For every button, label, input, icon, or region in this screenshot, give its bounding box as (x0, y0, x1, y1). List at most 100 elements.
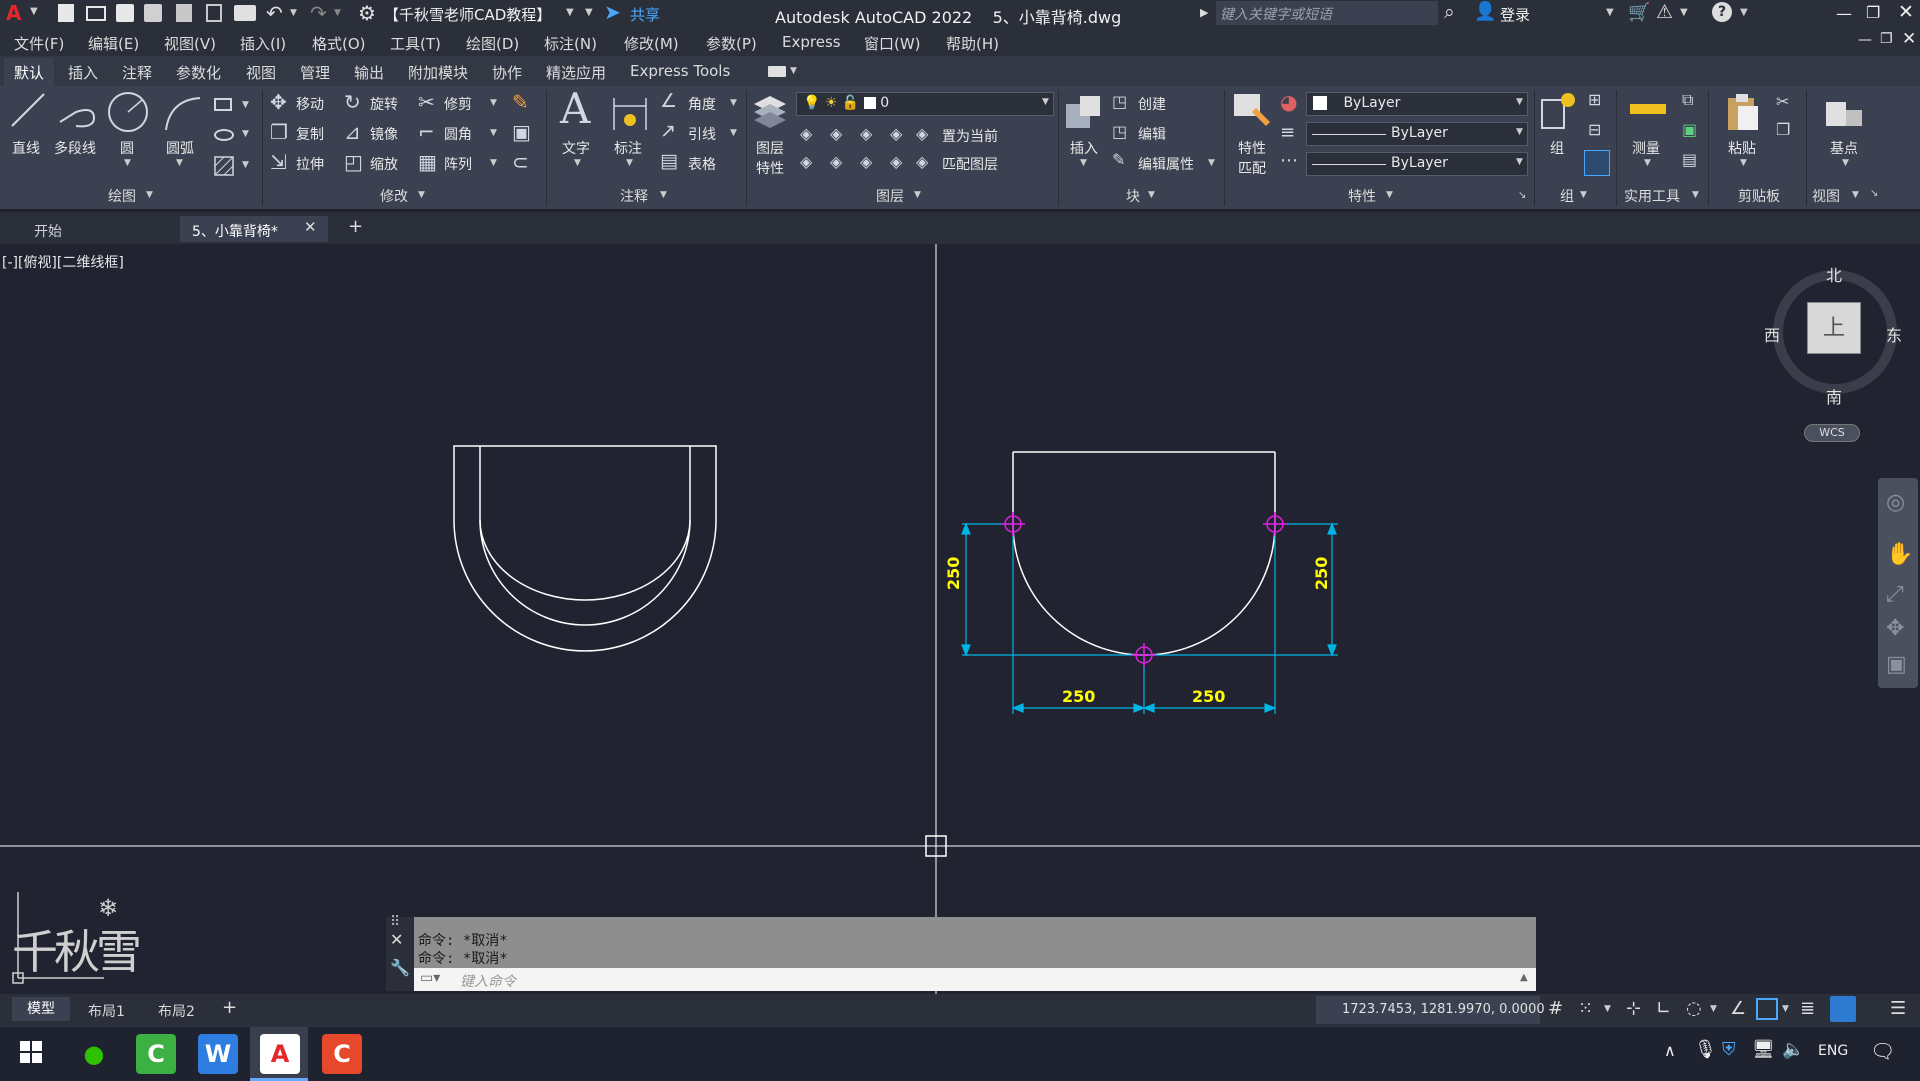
utilities-panel-dropdown-icon[interactable]: ▼ (1692, 190, 1699, 200)
osnap-dropdown-icon[interactable]: ▼ (1782, 1004, 1789, 1014)
menu-modify[interactable]: 修改(M) (624, 33, 679, 54)
rotate-icon[interactable]: ↻ (344, 92, 361, 112)
steering-wheel-icon[interactable]: ◎ (1886, 490, 1905, 515)
lineweight-icon[interactable]: ≡ (1280, 124, 1295, 142)
search-expand-icon[interactable]: ▶ (1200, 6, 1208, 19)
tab-manage[interactable]: 管理 (300, 62, 330, 83)
command-grip-dots-icon[interactable]: ⠿ (390, 914, 400, 930)
angular-dim-icon[interactable]: ∠ (660, 92, 677, 111)
snap-dropdown-icon[interactable]: ▼ (1604, 1004, 1611, 1014)
osnap-icon[interactable] (1756, 998, 1778, 1020)
block-panel-title[interactable]: 块 (1126, 186, 1140, 206)
layer-tool-7-icon[interactable]: ◈ (860, 154, 872, 170)
stretch-icon[interactable]: ⇲ (270, 152, 287, 172)
windows-start-icon[interactable] (20, 1041, 42, 1063)
dimension-dropdown-icon[interactable]: ▼ (626, 158, 633, 168)
block-panel-dropdown-icon[interactable]: ▼ (1148, 190, 1155, 200)
utilities-panel-title[interactable]: 实用工具 (1624, 186, 1680, 206)
lineweight-dropdown-arrow-icon[interactable]: ▼ (1516, 127, 1523, 137)
tab-default[interactable]: 默认 (14, 62, 44, 83)
layer-dropdown-arrow-icon[interactable]: ▼ (1042, 97, 1049, 107)
array-icon[interactable]: ▦ (418, 152, 437, 172)
mirror-icon[interactable]: ⊿ (344, 122, 361, 142)
layer-freeze-icon[interactable]: ☀ (825, 95, 838, 111)
snap-icon[interactable]: ⁙ (1578, 998, 1593, 1019)
menu-file[interactable]: 文件(F) (14, 33, 64, 54)
chair-back-outline[interactable] (453, 445, 717, 652)
polar-icon[interactable]: ◌ (1686, 998, 1702, 1019)
view-panel-dropdown-icon[interactable]: ▼ (1852, 190, 1859, 200)
edit-attributes-icon[interactable]: ✎ (1112, 152, 1125, 168)
ellipse-dropdown-icon[interactable]: ▼ (242, 129, 249, 139)
plot-icon[interactable] (234, 5, 256, 21)
user-icon[interactable]: 👤 (1474, 1, 1496, 22)
workspace-selector[interactable]: 【千秋雪老师CAD教程】 (384, 4, 551, 25)
cart-icon[interactable]: 🛒 (1628, 2, 1650, 23)
undo-dropdown-icon[interactable]: ▼ (290, 8, 297, 18)
calculator-icon[interactable]: ▤ (1682, 152, 1697, 168)
network-icon[interactable]: 🖥 (1752, 1039, 1775, 1060)
group-label[interactable]: 组 (1550, 138, 1564, 158)
menu-insert[interactable]: 插入(I) (240, 33, 286, 54)
groups-panel-dropdown-icon[interactable]: ▼ (1580, 190, 1587, 200)
utility-2-icon[interactable]: ▣ (1682, 122, 1697, 138)
color-dropdown[interactable]: ByLayer (1306, 92, 1528, 116)
rectangle-dropdown-icon[interactable]: ▼ (242, 100, 249, 110)
layer-on-icon[interactable]: 💡 (803, 95, 820, 111)
compass-north[interactable]: 北 (1826, 262, 1842, 286)
ellipse-tool-icon[interactable] (214, 129, 234, 141)
screen-recorder-icon[interactable]: C (322, 1034, 362, 1074)
insert-block-label[interactable]: 插入 (1070, 138, 1098, 158)
array-dropdown-icon[interactable]: ▼ (490, 158, 497, 168)
offset-icon[interactable]: ⊂ (512, 152, 529, 172)
grip-markers[interactable] (1001, 512, 1287, 667)
camtasia-icon[interactable]: C (136, 1034, 176, 1074)
properties-panel-title[interactable]: 特性 (1348, 186, 1376, 206)
tab-collaborate[interactable]: 协作 (492, 62, 522, 83)
paste-label[interactable]: 粘贴 (1728, 138, 1756, 158)
draw-panel-title[interactable]: 绘图 (108, 186, 136, 206)
layer-tool-6-icon[interactable]: ◈ (830, 154, 842, 170)
edit-block-icon[interactable]: ◳ (1112, 124, 1127, 140)
circle-tool-icon[interactable] (106, 90, 150, 134)
scale-icon[interactable]: ◰ (344, 152, 363, 172)
erase-icon[interactable]: ✎ (512, 92, 529, 112)
dimension-text-right[interactable]: 250 (1312, 557, 1331, 590)
layer-properties-label-2[interactable]: 特性 (756, 158, 784, 178)
edit-attributes-dropdown-icon[interactable]: ▼ (1208, 158, 1215, 168)
match-properties-label-1[interactable]: 特性 (1238, 138, 1266, 158)
dimension-text-bottom-left[interactable]: 250 (1062, 687, 1095, 706)
table-icon[interactable]: ▤ (660, 152, 678, 171)
line-tool-icon[interactable] (8, 90, 48, 130)
linetype-dropdown-arrow-icon[interactable]: ▼ (1516, 157, 1523, 167)
layer-properties-icon[interactable] (750, 90, 790, 130)
set-current-button[interactable]: 置为当前 (942, 126, 998, 146)
trim-dropdown-icon[interactable]: ▼ (490, 98, 497, 108)
modify-panel-title[interactable]: 修改 (380, 186, 408, 206)
tab-layout2[interactable]: 布局2 (158, 1001, 195, 1021)
match-properties-label-2[interactable]: 匹配 (1238, 158, 1266, 178)
arc-tool-icon[interactable] (160, 92, 204, 136)
array-button[interactable]: 阵列 (444, 154, 472, 174)
dimension-text-bottom-right[interactable]: 250 (1192, 687, 1225, 706)
ungroup-icon[interactable]: ⊞ (1588, 92, 1601, 108)
mirror-button[interactable]: 镜像 (370, 124, 398, 144)
customize-status-icon[interactable]: ☰ (1890, 998, 1906, 1019)
angular-dim-button[interactable]: 角度 (688, 94, 716, 114)
text-dropdown-icon[interactable]: ▼ (574, 158, 581, 168)
leader-dropdown-icon[interactable]: ▼ (730, 128, 737, 138)
insert-block-icon[interactable] (1062, 92, 1106, 132)
wcs-menu[interactable]: WCS (1804, 424, 1860, 442)
close-window-icon[interactable]: ✕ (1898, 1, 1914, 23)
angular-dropdown-icon[interactable]: ▼ (730, 98, 737, 108)
group-edit-icon[interactable]: ⊟ (1588, 122, 1601, 138)
tab-start[interactable]: 开始 (22, 216, 178, 242)
arc-tool-label[interactable]: 圆弧 (166, 138, 194, 158)
edit-attributes-button[interactable]: 编辑属性 (1138, 154, 1194, 174)
grid-icon[interactable]: # (1548, 998, 1563, 1019)
layer-lock-icon[interactable]: 🔓 (842, 95, 859, 111)
menu-view[interactable]: 视图(V) (164, 33, 216, 54)
coordinates-readout[interactable]: 1723.7453, 1281.9970, 0.0000 (1342, 1002, 1545, 1017)
doc-minimize-icon[interactable]: — (1858, 32, 1872, 48)
groups-panel-title[interactable]: 组 (1560, 186, 1574, 206)
